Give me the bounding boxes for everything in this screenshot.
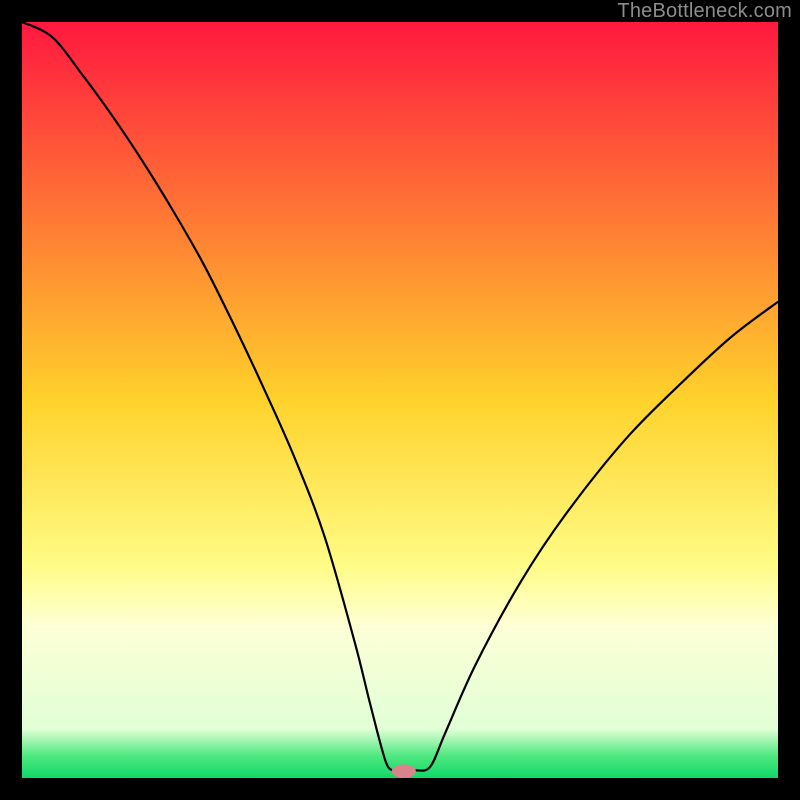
chart-frame: TheBottleneck.com [0, 0, 800, 800]
plot-area [22, 22, 778, 778]
chart-svg [22, 22, 778, 778]
watermark-text: TheBottleneck.com [617, 0, 792, 23]
minimum-marker [392, 764, 416, 778]
